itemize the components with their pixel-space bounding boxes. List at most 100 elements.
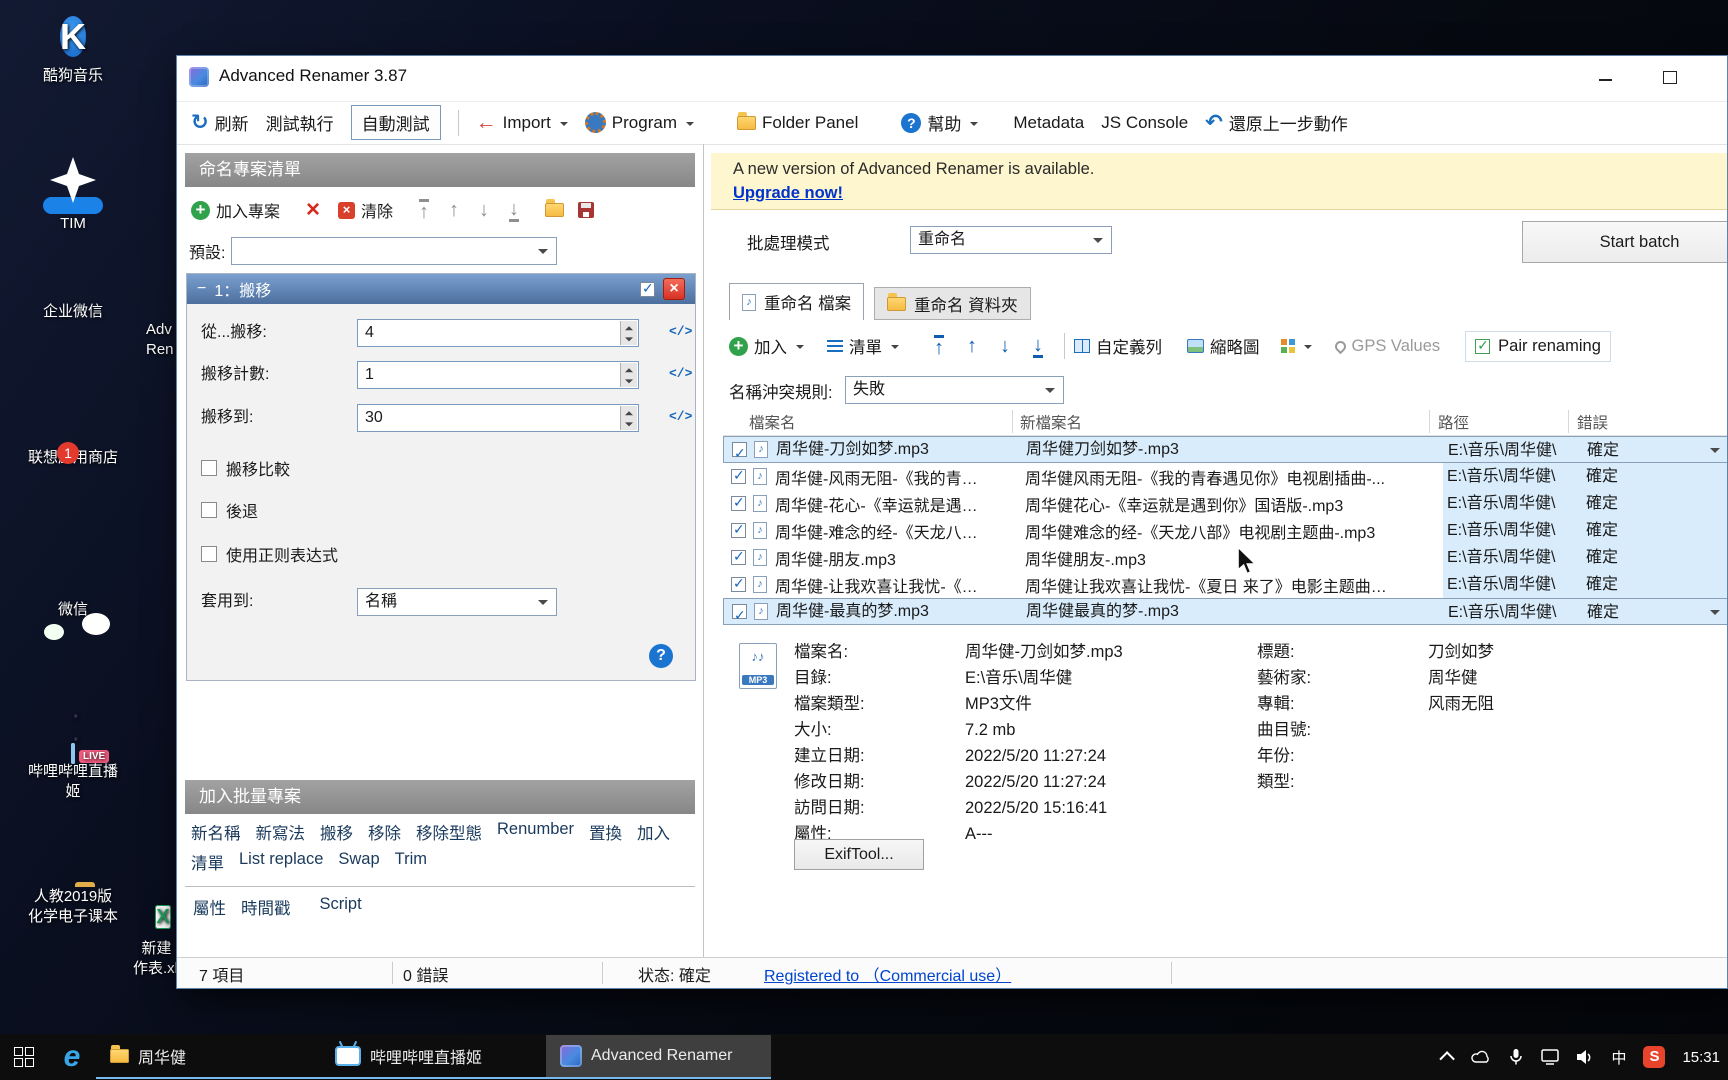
minimize-button[interactable] xyxy=(1589,65,1621,91)
method-link[interactable]: Swap xyxy=(338,850,379,874)
auto-test-toggle[interactable]: 自動測試 xyxy=(351,105,441,140)
start-batch-button[interactable]: Start batch xyxy=(1522,221,1728,263)
collapse-icon[interactable]: − xyxy=(197,280,206,298)
list-button[interactable]: 清單 xyxy=(827,334,899,358)
method-link[interactable]: Trim xyxy=(395,850,427,874)
upgrade-link[interactable]: Upgrade now! xyxy=(733,184,843,203)
table-row[interactable]: 周华健-最真的梦.mp3 周华健最真的梦-.mp3 E:\音乐\周华健\ 確定 xyxy=(723,598,1728,625)
desktop-icon-wecom[interactable]: 企业微信 xyxy=(25,302,121,322)
method-link[interactable]: 移除型態 xyxy=(416,820,482,844)
table-row[interactable]: 周华健-让我欢喜让我忧-《… 周华健让我欢喜让我忧-《夏日 来了》电影主题曲… … xyxy=(723,571,1728,598)
spin-down[interactable] xyxy=(620,418,637,430)
speaker-icon[interactable] xyxy=(1576,1049,1594,1065)
metadata-button[interactable]: Metadata xyxy=(1013,113,1084,133)
spin-down[interactable] xyxy=(620,375,637,387)
spin-up[interactable] xyxy=(620,406,637,418)
add-method-button[interactable]: 加入專案 xyxy=(191,198,280,222)
column-divider[interactable] xyxy=(1012,410,1013,433)
name-collision-select[interactable]: 失敗 xyxy=(845,376,1064,404)
move-file-bottom-button[interactable] xyxy=(1033,335,1043,358)
method-link[interactable]: 置換 xyxy=(589,820,622,844)
move-from-input[interactable]: 4 xyxy=(357,319,639,347)
method-link[interactable]: Script xyxy=(320,895,362,919)
undo-button[interactable]: 還原上一步動作 xyxy=(1205,110,1348,135)
row-checkbox[interactable] xyxy=(731,469,746,484)
registered-link[interactable]: Registered to （Commercial use） xyxy=(764,962,1011,986)
script-code-button[interactable] xyxy=(669,366,692,381)
open-method-list-button[interactable] xyxy=(545,203,564,217)
tab-rename-folders[interactable]: 重命名 資料夾 xyxy=(874,287,1031,320)
row-checkbox[interactable] xyxy=(731,550,746,565)
checkbox-use-regex[interactable]: 使用正则表达式 xyxy=(201,542,338,566)
checkbox[interactable] xyxy=(201,460,217,476)
spin-up[interactable] xyxy=(620,321,637,333)
help-button[interactable]: 幫助 xyxy=(901,110,978,135)
edge-button[interactable] xyxy=(48,1034,96,1080)
method-link[interactable]: List replace xyxy=(239,850,323,874)
row-checkbox[interactable] xyxy=(732,604,747,619)
ime-indicator[interactable]: 中 xyxy=(1611,1047,1626,1068)
spinner[interactable] xyxy=(620,363,637,387)
taskbar-app-advanced-renamer[interactable]: Advanced Renamer xyxy=(546,1035,771,1079)
method-help-icon[interactable] xyxy=(649,644,673,668)
apply-to-select[interactable]: 名稱 xyxy=(357,588,557,616)
show-hidden-icons-chevron[interactable] xyxy=(1440,1051,1456,1067)
display-icon[interactable] xyxy=(1541,1049,1559,1065)
table-row[interactable]: 周华健-风雨无阻-《我的青… 周华健风雨无阻-《我的青春遇见你》电视剧插曲-..… xyxy=(723,463,1728,490)
script-code-button[interactable] xyxy=(669,324,692,339)
onedrive-cloud-icon[interactable] xyxy=(1471,1050,1491,1064)
pair-renaming-checkbox[interactable] xyxy=(1475,339,1490,354)
move-count-input[interactable]: 1 xyxy=(357,361,639,389)
maximize-button[interactable] xyxy=(1654,65,1686,91)
microphone-icon[interactable] xyxy=(1508,1048,1524,1066)
method-link[interactable]: 時間戳 xyxy=(241,895,291,919)
checkbox-move-compare[interactable]: 搬移比較 xyxy=(201,456,290,480)
remove-method-button[interactable] xyxy=(306,198,320,222)
row-checkbox[interactable] xyxy=(732,442,747,457)
import-button[interactable]: Import xyxy=(476,111,568,135)
taskbar-app-explorer[interactable]: 周华健 xyxy=(96,1035,321,1079)
method-link[interactable]: Renumber xyxy=(497,820,574,844)
pair-renaming-toggle[interactable]: Pair renaming xyxy=(1465,331,1611,362)
sogou-icon[interactable] xyxy=(1643,1046,1665,1068)
move-method-up-button[interactable] xyxy=(449,200,459,220)
row-checkbox[interactable] xyxy=(731,496,746,511)
checkbox[interactable] xyxy=(201,546,217,562)
folder-panel-button[interactable]: Folder Panel xyxy=(737,113,858,133)
gps-values-button[interactable]: GPS Values xyxy=(1335,337,1441,356)
tab-rename-files[interactable]: 重命名 檔案 xyxy=(729,283,864,320)
method-link[interactable]: 屬性 xyxy=(193,895,226,919)
spin-up[interactable] xyxy=(620,363,637,375)
desktop-icon-tim[interactable]: TIM xyxy=(25,150,121,234)
method-link[interactable]: 加入 xyxy=(637,820,670,844)
move-method-top-button[interactable] xyxy=(419,199,429,222)
spin-down[interactable] xyxy=(620,333,637,345)
script-code-button[interactable] xyxy=(669,409,692,424)
test-run-button[interactable]: 測試執行 xyxy=(266,110,334,135)
custom-columns-button[interactable]: 自定義列 xyxy=(1074,334,1162,358)
spinner[interactable] xyxy=(620,321,637,345)
title-bar[interactable]: Advanced Renamer 3.87 xyxy=(177,56,1727,102)
table-row[interactable]: 周华健-难念的经-《天龙八… 周华健难念的经-《天龙八部》电视剧主题曲-.mp3… xyxy=(723,517,1728,544)
row-checkbox[interactable] xyxy=(731,577,746,592)
spinner[interactable] xyxy=(620,406,637,430)
move-to-input[interactable]: 30 xyxy=(357,404,639,432)
move-file-down-button[interactable] xyxy=(1000,336,1010,356)
method-enabled-checkbox[interactable] xyxy=(640,282,655,297)
clock[interactable]: 15:31 xyxy=(1682,1049,1720,1066)
method-link[interactable]: 新名稱 xyxy=(191,820,241,844)
table-row[interactable]: 周华健-花心-《幸运就是遇… 周华健花心-《幸运就是遇到你》国语版-.mp3 E… xyxy=(723,490,1728,517)
method-link[interactable]: 搬移 xyxy=(320,820,353,844)
desktop-icon-wechat[interactable]: 微信 xyxy=(25,600,121,620)
close-method-button[interactable] xyxy=(663,278,685,300)
thumbnails-button[interactable]: 縮略圖 xyxy=(1187,334,1260,358)
column-header-filename[interactable]: 檔案名 xyxy=(749,411,796,433)
exiftool-button[interactable]: ExifTool... xyxy=(794,839,924,870)
desktop-icon-chem-books[interactable]: 人教2019版 化学电子课本 xyxy=(25,887,121,927)
checkbox-backwards[interactable]: 後退 xyxy=(201,498,258,522)
move-file-up-button[interactable] xyxy=(967,336,977,356)
table-row[interactable]: 周华健-朋友.mp3 周华健朋友-.mp3 E:\音乐\周华健\ 確定 xyxy=(723,544,1728,571)
method-link[interactable]: 移除 xyxy=(368,820,401,844)
column-divider[interactable] xyxy=(1568,410,1569,433)
taskbar-app-bilibili-live[interactable]: 哔哩哔哩直播姬 xyxy=(321,1035,546,1079)
